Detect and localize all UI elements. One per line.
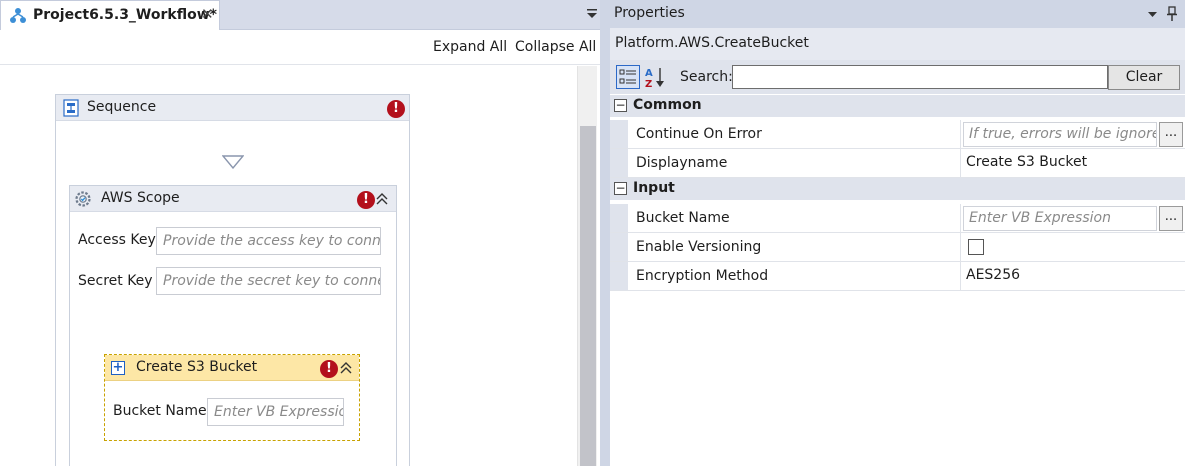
property-row-enable-versioning[interactable]: Enable Versioning [610,233,1185,262]
clear-search-button[interactable]: Clear [1108,65,1180,90]
secret-key-label: Secret Key [78,273,153,289]
designer-toolbar: Expand All Collapse All [0,31,600,65]
object-type-label: Platform.AWS.CreateBucket [615,35,809,51]
property-name: Continue On Error [636,126,762,142]
sequence-header[interactable]: Sequence ! [56,95,409,121]
expression-editor-button[interactable]: ... [1159,122,1183,147]
category-name: Common [633,97,702,113]
category-name: Input [633,180,675,196]
aws-scope-title: AWS Scope [101,190,180,206]
collapse-minus-icon[interactable]: − [614,182,627,195]
aws-scope-activity[interactable]: AWS Scope ! Access Key Provide the acces… [69,185,397,466]
workflow-icon [10,8,26,23]
collapse-all-link[interactable]: Collapse All [515,39,596,55]
tab-project-workflow[interactable]: Project6.5.3_Workflow* ✕ [0,0,220,30]
column-divider [960,262,961,290]
enable-versioning-checkbox[interactable] [968,239,984,255]
row-gutter [610,204,628,232]
properties-toolbar: A Z Search: Clear [610,60,1185,94]
displayname-value[interactable]: Create S3 Bucket [966,154,1087,170]
aws-scope-header[interactable]: AWS Scope ! [70,186,396,212]
alphabetical-sort-icon[interactable]: A Z [643,65,667,89]
property-name: Displayname [636,155,728,171]
row-gutter [610,120,628,148]
property-name: Encryption Method [636,268,769,284]
close-icon[interactable]: ✕ [201,5,214,23]
tab-title: Project6.5.3_Workflow* [33,7,217,23]
workflow-designer-pane: Project6.5.3_Workflow* ✕ Expand All Coll… [0,0,600,466]
row-gutter [610,233,628,261]
svg-text:Z: Z [645,79,652,89]
column-divider [960,149,961,177]
property-row-continue-on-error[interactable]: Continue On Error If true, errors will b… [610,120,1185,149]
category-common[interactable]: − Common [610,95,1185,117]
sequence-icon [63,99,79,117]
tab-overflow-menu-icon[interactable] [586,7,598,21]
expression-editor-button[interactable]: ... [1159,206,1183,231]
bucket-name-input[interactable]: Enter VB Expression [207,398,344,426]
categorized-view-button[interactable] [616,65,640,89]
sequence-activity[interactable]: Sequence ! AWS Scope ! Access Key Provid… [55,94,410,466]
encryption-method-value[interactable]: AES256 [966,267,1020,283]
column-divider [960,204,961,232]
property-row-encryption-method[interactable]: Encryption Method AES256 [610,262,1185,291]
properties-pane: Properties Platform.AWS.CreateBucket A Z… [610,0,1185,466]
create-s3-bucket-title: Create S3 Bucket [136,359,258,375]
property-name: Bucket Name [636,210,730,226]
collapse-chevron-icon[interactable] [375,192,389,206]
error-icon: ! [387,100,405,118]
svg-text:A: A [645,68,653,79]
access-key-label: Access Key [78,232,156,248]
pane-splitter[interactable] [600,0,610,466]
row-gutter [610,262,628,290]
access-key-input[interactable]: Provide the access key to connect [156,227,381,255]
bucket-name-label: Bucket Name [113,403,207,419]
continue-on-error-input[interactable]: If true, errors will be ignored [963,122,1157,147]
bucket-name-property-input[interactable]: Enter VB Expression [963,206,1157,231]
designer-canvas[interactable]: Sequence ! AWS Scope ! Access Key Provid… [0,66,577,466]
create-s3-bucket-header[interactable]: + Create S3 Bucket ! [105,355,359,381]
property-row-bucket-name[interactable]: Bucket Name Enter VB Expression ... [610,204,1185,233]
categorized-icon [619,69,636,84]
row-gutter [610,149,628,177]
collapse-chevron-icon[interactable] [339,361,353,375]
search-label: Search: [680,69,733,85]
vertical-scrollbar[interactable] [577,66,597,466]
column-divider [960,120,961,148]
selected-object-type: Platform.AWS.CreateBucket [610,28,1185,60]
properties-title: Properties [614,5,685,21]
category-input[interactable]: − Input [610,178,1185,200]
dropdown-arrow-icon[interactable] [1147,8,1158,20]
scrollbar-thumb[interactable] [580,126,596,466]
sequence-title: Sequence [87,99,157,115]
expand-all-link[interactable]: Expand All [433,39,507,55]
column-divider [960,233,961,261]
drop-target-arrow-icon [222,155,244,169]
pin-icon[interactable] [1166,6,1178,22]
property-row-displayname[interactable]: Displayname Create S3 Bucket [610,149,1185,178]
expand-plus-icon[interactable]: + [111,361,125,375]
collapse-minus-icon[interactable]: − [614,99,627,112]
properties-titlebar: Properties [610,0,1185,28]
property-name: Enable Versioning [636,239,762,255]
property-search-input[interactable] [732,65,1108,89]
create-s3-bucket-activity[interactable]: + Create S3 Bucket ! Bucket Name Enter V… [104,354,360,441]
gear-icon [75,191,91,207]
document-tabstrip: Project6.5.3_Workflow* ✕ [0,0,600,30]
error-icon: ! [320,360,338,378]
secret-key-input[interactable]: Provide the secret key to connect [156,267,381,295]
error-icon: ! [357,191,375,209]
